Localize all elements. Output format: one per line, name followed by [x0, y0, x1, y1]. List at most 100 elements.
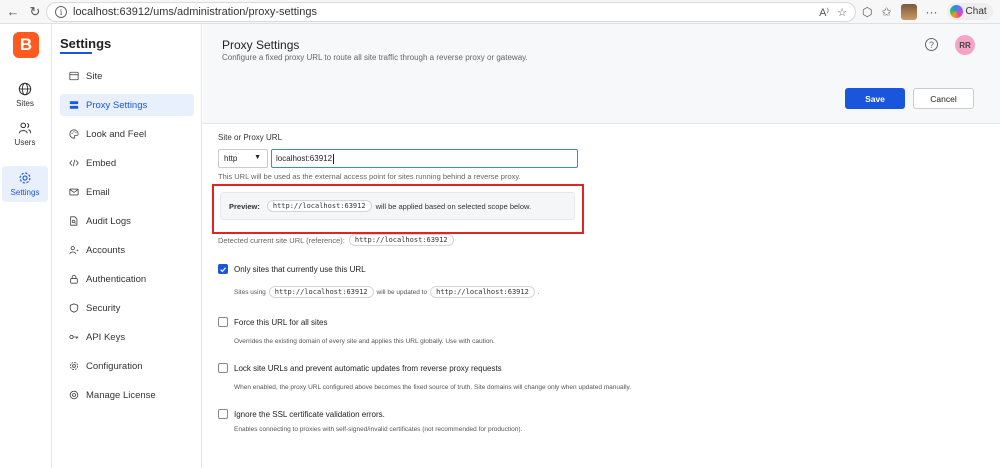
gear-icon	[19, 172, 31, 184]
browser-toolbar: ← ↻ i localhost:63912/ums/administration…	[0, 0, 1000, 24]
chat-label: Chat	[965, 6, 987, 17]
url-help-text: This URL will be used as the external ac…	[218, 172, 521, 181]
rail-item-label: Sites	[16, 99, 34, 108]
app-rail: B Sites Users Settings	[0, 24, 52, 468]
sites-using-suffix: .	[537, 288, 540, 296]
sidebar-item-site[interactable]: Site	[60, 65, 194, 87]
shield-icon	[69, 303, 79, 313]
checkbox-unchecked[interactable]	[218, 317, 228, 327]
proxy-icon	[69, 101, 79, 109]
option-only-matching-sites[interactable]: Only sites that currently use this URL	[218, 264, 366, 274]
sidebar-item-label: Site	[86, 70, 103, 82]
sidebar-item-authentication[interactable]: Authentication	[60, 268, 194, 290]
users-icon	[18, 122, 32, 134]
rail-item-label: Users	[14, 138, 36, 147]
sidebar-item-label: Accounts	[86, 244, 126, 256]
chat-button[interactable]: Chat	[946, 3, 993, 20]
option-label: Force this URL for all sites	[234, 317, 328, 327]
sidebar-item-audit-logs[interactable]: Audit Logs	[60, 210, 194, 232]
option-description: Overrides the existing domain of every s…	[234, 338, 495, 345]
palette-icon	[69, 129, 79, 139]
more-icon[interactable]: ···	[926, 5, 938, 19]
sidebar-item-label: Audit Logs	[86, 215, 131, 227]
sidebar-item-label: Look and Feel	[86, 128, 147, 140]
option-ignore-ssl-errors[interactable]: Ignore the SSL certificate validation er…	[218, 409, 385, 419]
user-avatar[interactable]: RR	[955, 35, 975, 55]
back-icon[interactable]: ←	[4, 3, 22, 21]
sidebar-item-label: Manage License	[86, 389, 156, 401]
option-description: Enables connecting to proxies with self-…	[234, 426, 523, 433]
address-bar[interactable]: i localhost:63912/ums/administration/pro…	[46, 2, 856, 22]
option-lock-site-urls[interactable]: Lock site URLs and prevent automatic upd…	[218, 363, 502, 373]
cancel-button[interactable]: Cancel	[913, 88, 974, 109]
lock-icon	[70, 274, 78, 284]
checkbox-checked[interactable]	[218, 264, 228, 274]
favorites-icon[interactable]: ✩	[881, 5, 891, 19]
option-label: Only sites that currently use this URL	[234, 264, 366, 274]
code-icon	[69, 159, 79, 167]
preview-box: Preview: http://localhost:63912 will be …	[220, 192, 575, 220]
site-icon	[69, 71, 79, 81]
sidebar-item-configuration[interactable]: Configuration	[60, 355, 194, 377]
address-text: localhost:63912/ums/administration/proxy…	[73, 6, 317, 18]
protocol-select[interactable]: http ▼	[218, 149, 268, 168]
sidebar-item-look-and-feel[interactable]: Look and Feel	[60, 123, 194, 145]
read-aloud-icon[interactable]: A⁾	[819, 6, 829, 19]
detected-url: http://localhost:63912	[348, 234, 454, 246]
sites-using-prefix: Sites using	[234, 288, 266, 296]
sidebar-item-security[interactable]: Security	[60, 297, 194, 319]
option-description: When enabled, the proxy URL configured a…	[234, 384, 632, 391]
proxy-url-input[interactable]: localhost:63912	[271, 149, 578, 168]
sidebar-item-email[interactable]: Email	[60, 181, 194, 203]
check-icon	[220, 266, 227, 272]
page-subtitle: Configure a fixed proxy URL to route all…	[222, 53, 528, 62]
sidebar-item-accounts[interactable]: Accounts	[60, 239, 194, 261]
option-label: Ignore the SSL certificate validation er…	[234, 409, 385, 419]
sidebar-item-label: Embed	[86, 157, 117, 169]
url-field-label: Site or Proxy URL	[218, 133, 283, 142]
app-logo[interactable]: B	[13, 32, 39, 58]
settings-sidebar: Settings Site Proxy Settings Look and Fe…	[52, 24, 202, 468]
protocol-value: http	[224, 154, 238, 163]
refresh-icon[interactable]: ↻	[26, 3, 44, 21]
sites-using-from-url: http://localhost:63912	[268, 286, 374, 298]
sidebar-title: Settings	[60, 36, 112, 51]
caret-down-icon: ▼	[254, 154, 261, 161]
proxy-url-value: localhost:63912	[276, 154, 333, 163]
favorite-star-icon[interactable]: ☆	[837, 6, 847, 19]
checkbox-unchecked[interactable]	[218, 409, 228, 419]
save-button[interactable]: Save	[845, 88, 905, 109]
main-content: Proxy Settings Configure a fixed proxy U…	[203, 24, 1000, 468]
key-icon	[69, 334, 79, 340]
preview-suffix: will be applied based on selected scope …	[375, 201, 532, 211]
checkbox-unchecked[interactable]	[218, 363, 228, 373]
document-search-icon	[70, 216, 78, 226]
page-header: Proxy Settings Configure a fixed proxy U…	[203, 24, 1000, 124]
license-icon	[69, 390, 79, 400]
sidebar-item-manage-license[interactable]: Manage License	[60, 384, 194, 406]
sites-using-middle: will be updated to	[376, 288, 428, 296]
sidebar-item-proxy-settings[interactable]: Proxy Settings	[60, 94, 194, 116]
option-force-all-sites[interactable]: Force this URL for all sites	[218, 317, 328, 327]
sidebar-item-label: Email	[86, 186, 110, 198]
info-icon[interactable]: i	[55, 6, 67, 18]
rail-item-settings[interactable]: Settings	[2, 166, 48, 202]
detected-label: Detected current site URL (reference):	[218, 235, 345, 245]
sites-using-to-url: http://localhost:63912	[430, 286, 535, 298]
sidebar-item-embed[interactable]: Embed	[60, 152, 194, 174]
page-title: Proxy Settings	[222, 38, 300, 52]
rail-item-users[interactable]: Users	[2, 116, 48, 152]
sidebar-item-label: API Keys	[86, 331, 126, 343]
profile-avatar[interactable]	[900, 3, 917, 20]
rail-item-sites[interactable]: Sites	[2, 77, 48, 113]
extensions-icon[interactable]: ⬡	[862, 5, 872, 19]
sites-using-row: Sites using http://localhost:63912 will …	[234, 286, 540, 298]
sidebar-title-underline	[60, 52, 92, 54]
sidebar-item-label: Security	[86, 302, 121, 314]
gear-icon	[69, 361, 79, 371]
sidebar-item-api-keys[interactable]: API Keys	[60, 326, 194, 348]
help-icon[interactable]: ?	[925, 38, 938, 51]
sidebar-item-label: Proxy Settings	[86, 99, 148, 111]
copilot-icon	[949, 5, 963, 18]
sidebar-item-label: Configuration	[86, 360, 143, 372]
